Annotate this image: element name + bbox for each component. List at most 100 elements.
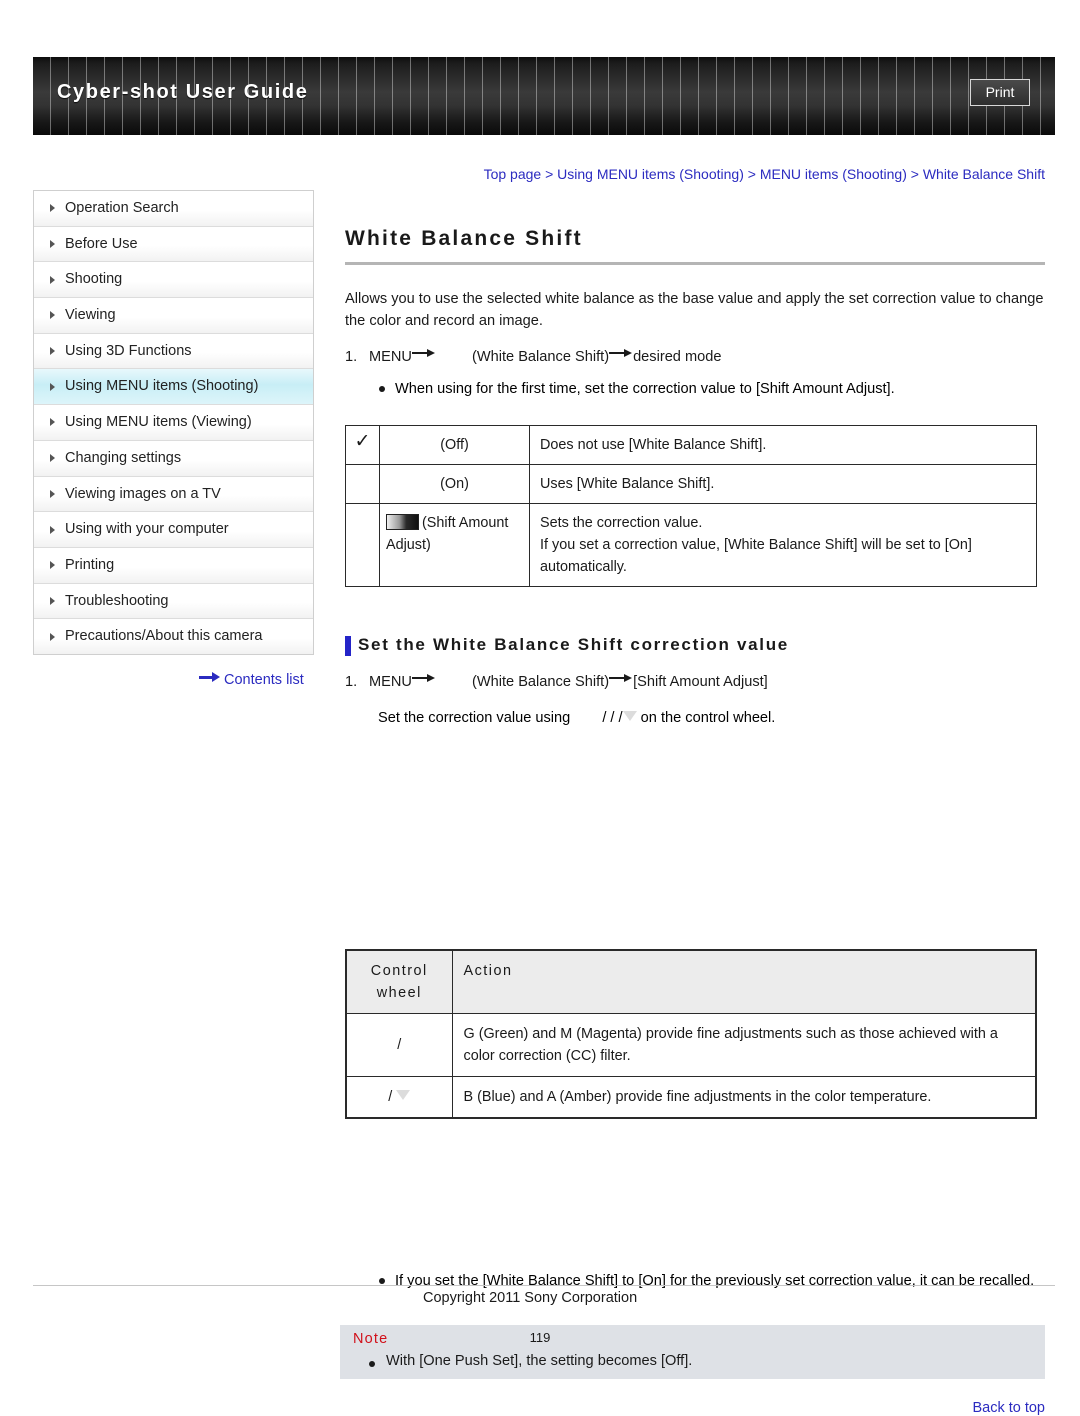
mode-description-text: Sets the correction value. If you set a … <box>540 515 972 575</box>
wheel-direction-label: / <box>388 1089 393 1105</box>
triangle-right-icon <box>50 240 55 249</box>
sidebar-item-label: Viewing images on a TV <box>65 485 221 502</box>
triangle-right-icon <box>50 382 55 391</box>
sidebar-item-label: Changing settings <box>65 449 182 466</box>
mode-description: Uses [White Balance Shift]. <box>529 464 1037 504</box>
arrow-right-icon <box>199 672 220 682</box>
checkmark-cell: ✓ <box>345 425 380 465</box>
back-to-top-link[interactable]: Back to top <box>345 1400 1045 1416</box>
step-1-result: desired mode <box>633 349 722 365</box>
wheel-direction-cell: / <box>345 1076 453 1119</box>
sidebar-item-operation-search[interactable]: Operation Search <box>34 191 313 227</box>
mode-description: Does not use [White Balance Shift]. <box>529 425 1037 465</box>
shift-amount-gradient-icon <box>386 514 419 530</box>
step-2-target: (White Balance Shift) <box>471 674 610 690</box>
mode-description: Sets the correction value. If you set a … <box>529 503 1037 587</box>
step-1-note: When using for the first time, set the c… <box>378 378 1045 400</box>
page-title: White Balance Shift <box>345 227 1045 265</box>
checkmark-cell <box>345 503 380 587</box>
triangle-down-icon <box>622 711 637 721</box>
copyright-text: Copyright 2011 Sony Corporation <box>423 1290 638 1306</box>
step-2-detail: Set the correction value using / / / on … <box>378 707 1045 729</box>
control-wheel-table: Control wheel Action / G (Green) and M (… <box>345 949 1037 1119</box>
table-row: / G (Green) and M (Magenta) provide fine… <box>345 1013 1037 1077</box>
note-body: With [One Push Set], the setting becomes… <box>369 1353 692 1369</box>
sidebar-item-before-use[interactable]: Before Use <box>34 226 313 263</box>
sidebar-item-label: Precautions/About this camera <box>65 628 263 645</box>
control-wheel-directions: / / / <box>602 710 623 726</box>
arrow-right-icon <box>609 348 633 358</box>
step-2: 1. MENU (White Balance Shift) [Shift Amount… <box>345 671 1045 693</box>
wheel-action-cell: B (Blue) and A (Amber) provide fine adju… <box>451 1076 1037 1119</box>
main-content: Top page > Using MENU items (Shooting) >… <box>340 160 1045 1416</box>
page-number: 119 <box>529 1330 551 1345</box>
triangle-right-icon <box>50 596 55 605</box>
sidebar-nav: Operation Search Before Use Shooting Viewin… <box>33 190 314 655</box>
step-1-menu-label: MENU <box>369 349 412 365</box>
sidebar-item-using-3d-functions[interactable]: Using 3D Functions <box>34 333 313 370</box>
arrow-right-icon <box>411 348 436 358</box>
sidebar-item-label: Before Use <box>65 235 138 252</box>
print-button[interactable]: Print <box>970 79 1030 106</box>
triangle-down-icon <box>396 1090 411 1100</box>
step-2-detail-prefix: Set the correction value using <box>378 710 571 726</box>
contents-list-link[interactable]: Contents list <box>199 672 304 688</box>
sidebar-item-viewing-images-on-a-tv[interactable]: Viewing images on a TV <box>34 476 313 513</box>
sidebar-item-using-menu-items-viewing[interactable]: Using MENU items (Viewing) <box>34 405 313 441</box>
triangle-right-icon <box>50 561 55 570</box>
intro-paragraph: Allows you to use the selected white bal… <box>345 291 1044 329</box>
sidebar-item-label: Troubleshooting <box>65 592 169 609</box>
checkmark-cell <box>345 464 380 504</box>
sidebar-item-precautions-about-this-camera[interactable]: Precautions/About this camera <box>34 619 313 655</box>
breadcrumb[interactable]: Top page > Using MENU items (Shooting) >… <box>345 166 1045 182</box>
table-row: (On) Uses [White Balance Shift]. <box>345 464 1037 504</box>
mode-cell: (Shift Amount Adjust) <box>379 503 530 587</box>
column-header-action: Action <box>451 949 1037 1014</box>
sidebar-item-using-with-your-computer[interactable]: Using with your computer <box>34 512 313 548</box>
sidebar-item-viewing[interactable]: Viewing <box>34 298 313 334</box>
table-row: ✓ (Off) Does not use [White Balance Shif… <box>345 425 1037 465</box>
sidebar-item-troubleshooting[interactable]: Troubleshooting <box>34 583 313 620</box>
triangle-right-icon <box>50 454 55 463</box>
sidebar-item-printing[interactable]: Printing <box>34 547 313 584</box>
step-2-result: [Shift Amount Adjust] <box>633 674 768 690</box>
sidebar-item-label: Using 3D Functions <box>65 342 192 359</box>
sidebar-item-label: Using MENU items (Shooting) <box>65 378 259 395</box>
wheel-direction-cell: / <box>345 1013 453 1077</box>
triangle-right-icon <box>50 418 55 427</box>
triangle-right-icon <box>50 204 55 213</box>
triangle-right-icon <box>50 632 55 641</box>
triangle-right-icon <box>50 525 55 534</box>
triangle-right-icon <box>50 347 55 356</box>
wheel-action-cell: G (Green) and M (Magenta) provide fine a… <box>451 1013 1037 1077</box>
column-header-control-wheel: Control wheel <box>345 949 453 1014</box>
site-header: Cyber-shot User Guide Print <box>33 57 1055 135</box>
sidebar-item-label: Using with your computer <box>65 521 229 538</box>
sidebar-item-label: Using MENU items (Viewing) <box>65 414 252 431</box>
triangle-right-icon <box>50 311 55 320</box>
step-1-target: (White Balance Shift) <box>471 349 610 365</box>
sidebar-item-changing-settings[interactable]: Changing settings <box>34 440 313 477</box>
post-table-note: If you set the [White Balance Shift] to … <box>378 1270 1070 1292</box>
section-heading: Set the White Balance Shift correction v… <box>345 635 1045 656</box>
step-1-number: 1. <box>345 349 358 365</box>
table-row: (Shift Amount Adjust) Sets the correctio… <box>345 503 1037 587</box>
mode-cell: (Off) <box>379 425 530 465</box>
arrow-right-icon <box>609 673 633 683</box>
sidebar-item-label: Printing <box>65 556 115 573</box>
step-1: 1. MENU (White Balance Shift) desired mode <box>345 346 1045 368</box>
sidebar-item-label: Viewing <box>65 307 116 324</box>
sidebar-item-label: Operation Search <box>65 200 179 216</box>
sidebar-item-shooting[interactable]: Shooting <box>34 262 313 299</box>
arrow-right-icon <box>411 673 436 683</box>
triangle-right-icon <box>50 275 55 284</box>
step-2-detail-suffix: on the control wheel. <box>640 710 776 726</box>
site-title: Cyber-shot User Guide <box>57 81 309 103</box>
step-2-number: 1. <box>345 674 358 690</box>
sidebar-item-using-menu-items-shooting[interactable]: Using MENU items (Shooting) <box>34 369 313 406</box>
triangle-right-icon <box>50 489 55 498</box>
table-header-row: Control wheel Action <box>345 949 1037 1014</box>
sidebar-item-label: Shooting <box>65 271 123 288</box>
check-icon: ✓ <box>354 431 371 452</box>
mode-cell: (On) <box>379 464 530 504</box>
